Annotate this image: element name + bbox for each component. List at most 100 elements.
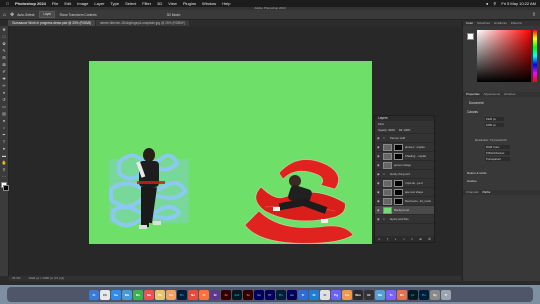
menu-window[interactable]: Window	[202, 1, 216, 6]
dock-app-icon[interactable]: Fi	[320, 289, 330, 300]
visibility-eye-icon[interactable]: ◉	[377, 163, 381, 167]
dodge-icon[interactable]: ○	[1, 125, 7, 131]
menu-layer[interactable]: Layer	[94, 1, 104, 6]
apple-icon[interactable]: 	[6, 1, 9, 6]
search-icon[interactable]: ⚲	[493, 1, 496, 6]
gradient-icon[interactable]: ▤	[1, 111, 7, 117]
dock-app-icon[interactable]: Ts	[386, 289, 396, 300]
menu-file[interactable]: File	[52, 1, 58, 6]
dock-app-icon[interactable]: Pg	[331, 289, 341, 300]
quick-select-icon[interactable]: ✎	[1, 48, 7, 54]
layer-group-row[interactable]: ◉ □ layers and files	[375, 215, 434, 224]
menu-view[interactable]: View	[168, 1, 177, 6]
dock-app-icon[interactable]: Sa	[111, 289, 121, 300]
menu-3d[interactable]: 3D	[157, 1, 162, 6]
new-layer-icon[interactable]: ⊞	[419, 237, 422, 241]
dock-app-icon[interactable]: Tr	[298, 289, 308, 300]
new-group-icon[interactable]: □	[411, 237, 413, 241]
tab-gradients[interactable]: Gradients	[494, 21, 507, 25]
color-fg-swatch[interactable]	[467, 33, 474, 40]
layer-row[interactable]: ◉ aimee-f...nsplas	[375, 143, 434, 152]
frame-icon[interactable]: ⊠	[1, 62, 7, 68]
layer-row[interactable]: ◉ Reel textu...kit_mock	[375, 197, 434, 206]
layer-kind-filter[interactable]: Kind	[378, 122, 384, 126]
dock-app-icon[interactable]: Ai	[221, 289, 231, 300]
auto-select-dropdown[interactable]: Layer	[39, 11, 56, 18]
dock-app-icon[interactable]: Wm	[353, 289, 363, 300]
layer-row[interactable]: ◉ Shading ...nsplas	[375, 152, 434, 161]
tab-swatches[interactable]: Swatches	[477, 21, 490, 25]
dock-app-icon[interactable]: Lr	[408, 289, 418, 300]
guides-section[interactable]: Guides	[467, 179, 477, 183]
tab-libraries[interactable]: Libraries	[504, 92, 516, 96]
fill-control[interactable]: Fill: 100%	[399, 129, 410, 132]
dock-app-icon[interactable]: Pr	[265, 289, 275, 300]
fx-icon[interactable]: ƒ	[387, 237, 389, 241]
path-select-icon[interactable]: ➤	[1, 146, 7, 152]
menu-image[interactable]: Image	[77, 1, 88, 6]
brush-icon[interactable]: ✏	[1, 83, 7, 89]
tab-paths[interactable]: Paths	[483, 190, 491, 194]
mask-icon[interactable]: ◐	[395, 237, 397, 241]
width-field[interactable]: 1920 px	[485, 117, 504, 121]
dock-app-icon[interactable]: Ds	[397, 289, 407, 300]
dock-app-icon[interactable]: Ps	[177, 289, 187, 300]
dock-app-icon[interactable]: Ma	[122, 289, 132, 300]
layer-group-row[interactable]: ◉ □ bendy thing stuff	[375, 170, 434, 179]
move-tool-icon[interactable]: ✥	[10, 12, 14, 18]
layer-row[interactable]: ◉ rrrpd-do...ps-3	[375, 179, 434, 188]
type-icon[interactable]: T	[1, 139, 7, 145]
visibility-eye-icon[interactable]: ◉	[377, 181, 381, 185]
height-field[interactable]: 1080 px	[485, 123, 504, 127]
dock-app-icon[interactable]: Sy	[430, 289, 440, 300]
visibility-eye-icon[interactable]: ◉	[377, 154, 381, 158]
dock-app-icon[interactable]: Lrc	[232, 289, 242, 300]
zoom-level[interactable]: 33.3%	[12, 276, 21, 281]
opacity-control[interactable]: Opacity: 100%	[378, 129, 395, 132]
trash-icon[interactable]: Tr	[441, 289, 451, 300]
hand-icon[interactable]: ✋	[1, 160, 7, 166]
dock-app-icon[interactable]: Mu	[144, 289, 154, 300]
stamp-icon[interactable]: ♦	[1, 90, 7, 96]
dock-app-icon[interactable]: Ca	[166, 289, 176, 300]
share-icon[interactable]: ⇧	[532, 12, 536, 18]
visibility-eye-icon[interactable]: ◉	[377, 190, 381, 194]
pen-icon[interactable]: ✒	[1, 132, 7, 138]
dock-app-icon[interactable]: Sl	[210, 289, 220, 300]
visibility-eye-icon[interactable]: ◉	[377, 145, 381, 149]
menu-type[interactable]: Type	[110, 1, 119, 6]
tab-properties[interactable]: Properties	[466, 92, 480, 96]
tab-patterns[interactable]: Patterns	[511, 21, 522, 25]
visibility-eye-icon[interactable]: ◉	[377, 208, 381, 212]
healing-brush-icon[interactable]: ✚	[1, 76, 7, 82]
more-tools-icon[interactable]: ⋯	[1, 174, 7, 180]
menu-select[interactable]: Select	[125, 1, 136, 6]
menu-edit[interactable]: Edit	[64, 1, 71, 6]
bits-select[interactable]: 8 Bits/Channel	[485, 151, 510, 155]
link-icon[interactable]: ∞	[378, 237, 380, 241]
visibility-eye-icon[interactable]: ◉	[377, 217, 381, 221]
dock-app-icon[interactable]: Dr	[364, 289, 374, 300]
zoom-icon[interactable]: ⚲	[1, 167, 7, 173]
mode-select[interactable]: RGB Color	[485, 145, 510, 149]
menubar-clock[interactable]: Fri 5 May 10:22 AM	[501, 1, 536, 6]
dock-app-icon[interactable]: Ch	[100, 289, 110, 300]
transform-controls-checkbox[interactable]: Show Transform Controls	[59, 13, 96, 17]
tab-channels[interactable]: Channels	[466, 190, 479, 194]
dock-app-icon[interactable]: Ae	[287, 289, 297, 300]
dock-app-icon[interactable]: Ps	[419, 289, 429, 300]
tab-gumsauce[interactable]: Gumsauce Work in progress demo.psd @ 33%…	[8, 20, 96, 26]
menu-plugins[interactable]: Plugins	[183, 1, 196, 6]
dock-app-icon[interactable]: Fi	[89, 289, 99, 300]
dock-app-icon[interactable]: Ms	[133, 289, 143, 300]
history-brush-icon[interactable]: ↺	[1, 97, 7, 103]
color-picker[interactable]	[477, 30, 531, 82]
hue-slider[interactable]	[533, 30, 537, 82]
adjustment-icon[interactable]: ◑	[403, 237, 405, 241]
rulers-section[interactable]: Rulers & Grids	[467, 171, 487, 175]
menu-help[interactable]: Help	[222, 1, 230, 6]
crop-icon[interactable]: ⊞	[1, 55, 7, 61]
visibility-eye-icon[interactable]: ◉	[377, 136, 381, 140]
visibility-eye-icon[interactable]: ◉	[377, 172, 381, 176]
trash-icon[interactable]: ☒	[428, 237, 431, 241]
